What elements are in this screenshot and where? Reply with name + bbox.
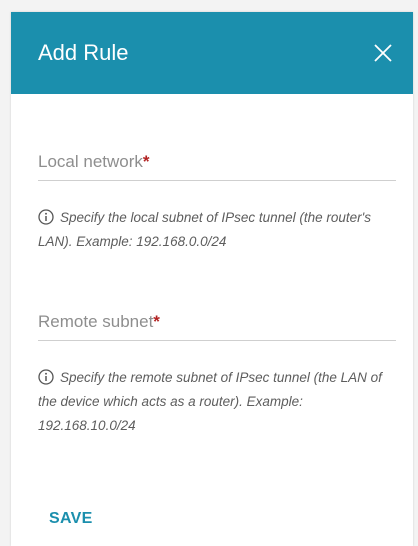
- save-button[interactable]: SAVE: [49, 510, 93, 528]
- remote-subnet-field[interactable]: Remote subnet*: [38, 298, 396, 341]
- local-network-hint: Specify the local subnet of IPsec tunnel…: [38, 206, 396, 254]
- dialog-header: Add Rule: [11, 12, 413, 94]
- remote-subnet-hint: Specify the remote subnet of IPsec tunne…: [38, 366, 396, 438]
- close-icon[interactable]: [371, 41, 395, 65]
- local-network-field[interactable]: Local network*: [38, 138, 396, 181]
- remote-subnet-hint-text: Specify the remote subnet of IPsec tunne…: [38, 370, 382, 433]
- add-rule-dialog: Add Rule Local network* Specify the loca…: [11, 12, 413, 546]
- info-icon: [38, 369, 54, 385]
- local-network-input[interactable]: [38, 138, 396, 178]
- local-network-hint-text: Specify the local subnet of IPsec tunnel…: [38, 210, 372, 249]
- info-icon: [38, 209, 54, 225]
- dialog-title: Add Rule: [38, 40, 129, 65]
- remote-subnet-input[interactable]: [38, 298, 396, 338]
